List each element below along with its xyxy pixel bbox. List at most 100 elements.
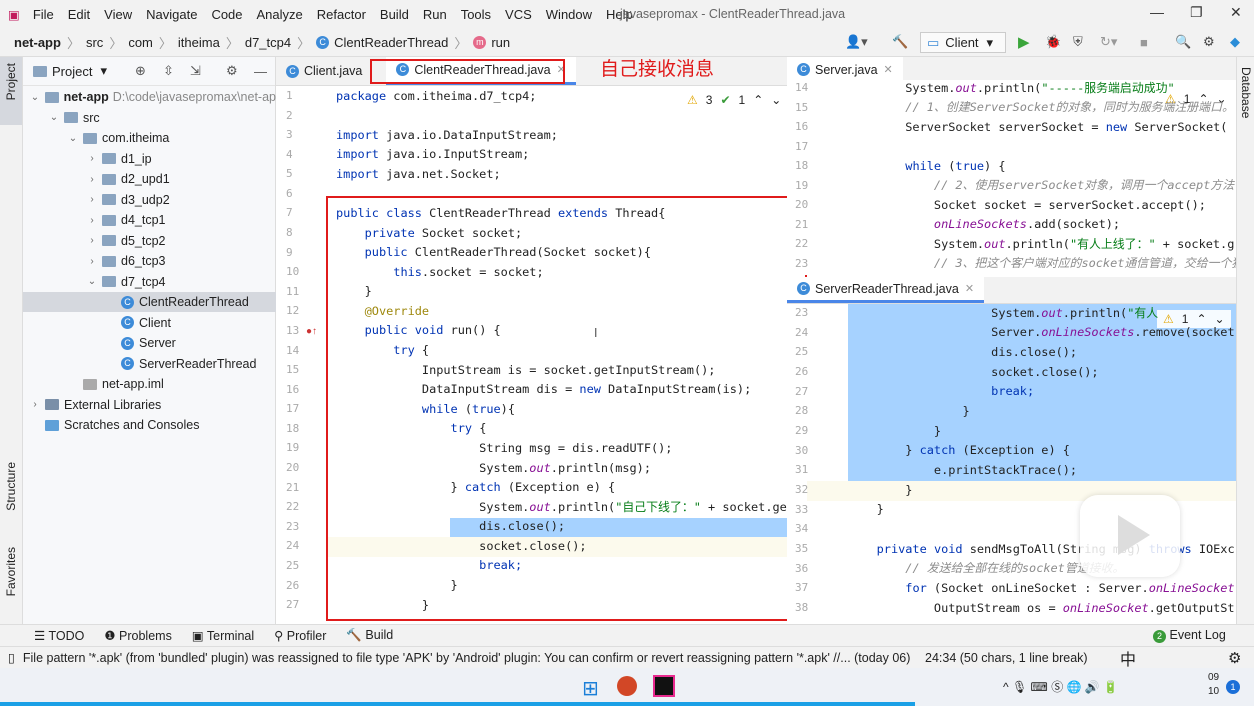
structure-tool-label[interactable]: Structure xyxy=(4,462,18,511)
menu-file[interactable]: File xyxy=(26,7,61,22)
run-icon[interactable]: ▶ xyxy=(1018,33,1030,51)
breadcrumb-itheima[interactable]: itheima xyxy=(178,35,220,50)
search-icon[interactable]: 🔍 xyxy=(1175,34,1191,50)
settings-gear-icon[interactable]: ⚙ xyxy=(226,63,238,79)
menu-tools[interactable]: Tools xyxy=(454,7,498,22)
code-line[interactable]: // 2、使用serverSocket对象，调用一个accept方法 xyxy=(848,176,1234,195)
next-icon[interactable]: ⌄ xyxy=(771,93,781,107)
close-tab-icon[interactable]: ✕ xyxy=(884,63,893,76)
tree-item[interactable]: › d1_ip xyxy=(23,149,276,169)
powerpoint-icon[interactable] xyxy=(617,676,637,696)
problems-tool-button[interactable]: ❶ Problems xyxy=(104,628,171,643)
coverage-icon[interactable]: ⛨ xyxy=(1073,34,1083,50)
project-tool-label[interactable]: Project xyxy=(4,63,18,100)
tree-item[interactable]: C ClentReaderThread xyxy=(23,292,276,312)
debug-icon[interactable]: 🐞 xyxy=(1045,34,1061,50)
maximize-button[interactable]: ❐ xyxy=(1190,4,1203,21)
code-line[interactable]: // 3、把这个客户端对应的socket通信管道，交给一个独 xyxy=(848,254,1236,273)
code-line[interactable]: } xyxy=(848,500,884,519)
tree-item[interactable]: Scratches and Consoles xyxy=(23,415,276,435)
menu-run[interactable]: Run xyxy=(416,7,454,22)
breadcrumb-src[interactable]: src xyxy=(86,35,103,50)
tree-item[interactable]: › d3_udp2 xyxy=(23,190,276,210)
database-tool-label[interactable]: Database xyxy=(1239,67,1253,118)
code-line[interactable]: System.out.println("-----服务端启动成功" xyxy=(848,80,1174,98)
code-line[interactable]: } xyxy=(848,402,970,421)
code-line[interactable]: Server.onLineSockets.remove(socket xyxy=(848,323,1234,342)
expand-arrow-icon[interactable]: › xyxy=(86,256,98,267)
expand-arrow-icon[interactable]: ⌄ xyxy=(29,92,41,103)
close-window-button[interactable]: ✕ xyxy=(1230,4,1242,21)
expand-arrow-icon[interactable]: ⌄ xyxy=(67,133,79,144)
favorites-tool-label[interactable]: Favorites xyxy=(4,547,18,596)
menu-code[interactable]: Code xyxy=(204,7,249,22)
settings-gear-icon[interactable]: ⚙ xyxy=(1228,649,1241,667)
tree-item[interactable]: › d4_tcp1 xyxy=(23,210,276,230)
code-line[interactable]: socket.close(); xyxy=(848,363,1098,382)
profiler-tool-button[interactable]: ⚲ Profiler xyxy=(274,628,326,643)
build-hammer-icon[interactable]: 🔨 xyxy=(892,34,908,50)
code-line[interactable]: System.out.println("有人上线了：" + socket.g xyxy=(848,235,1234,254)
expand-arrow-icon[interactable]: › xyxy=(86,174,98,185)
project-view-select[interactable]: Project xyxy=(52,64,92,79)
cursor-position[interactable]: 24:34 (50 chars, 1 line break) xyxy=(925,651,1088,665)
breadcrumb-d7-tcp4[interactable]: d7_tcp4 xyxy=(245,35,291,50)
code-line[interactable]: for (Socket onLineSocket : Server.onLine… xyxy=(848,579,1234,598)
code-line[interactable]: e.printStackTrace(); xyxy=(848,461,1077,480)
breadcrumb-method[interactable]: run xyxy=(491,35,510,50)
tree-item[interactable]: › d5_tcp2 xyxy=(23,231,276,251)
locate-icon[interactable]: ⊕ xyxy=(135,63,146,79)
windows-start-icon[interactable]: ⊞ xyxy=(582,676,599,701)
terminal-tool-button[interactable]: ▣ Terminal xyxy=(192,628,254,643)
video-progress-bar[interactable] xyxy=(0,702,916,706)
code-line[interactable]: } xyxy=(848,422,941,441)
code-line[interactable]: OutputStream os = onLineSocket.getOutput… xyxy=(848,599,1235,618)
menu-view[interactable]: View xyxy=(97,7,139,22)
todo-tool-button[interactable]: ☰ TODO xyxy=(34,628,84,643)
expand-arrow-icon[interactable]: › xyxy=(29,399,41,410)
intellij-taskbar-icon[interactable] xyxy=(653,675,675,697)
expand-arrow-icon[interactable]: › xyxy=(86,153,98,164)
tree-item[interactable]: ⌄ com.itheima xyxy=(23,128,276,148)
menu-analyze[interactable]: Analyze xyxy=(250,7,310,22)
tray-expand-icon[interactable]: ^ 🎙 ⌨ Ⓢ 🌐 🔊 🔋 xyxy=(1003,678,1118,695)
tree-item[interactable]: net-app.iml xyxy=(23,374,276,394)
stop-icon[interactable]: ■ xyxy=(1140,35,1148,50)
menu-navigate[interactable]: Navigate xyxy=(139,7,204,22)
code-line[interactable]: dis.close(); xyxy=(848,343,1077,362)
code-line[interactable]: onLineSockets.add(socket); xyxy=(848,215,1120,234)
code-line[interactable]: } catch (Exception e) { xyxy=(848,441,1070,460)
menu-edit[interactable]: Edit xyxy=(61,7,97,22)
build-tool-button[interactable]: 🔨 Build xyxy=(346,628,393,643)
code-line[interactable]: import java.net.Socket; xyxy=(336,165,501,184)
minimize-button[interactable]: — xyxy=(1150,4,1164,20)
hide-panel-icon[interactable]: — xyxy=(254,64,267,79)
user-icon[interactable]: 👤▾ xyxy=(845,34,868,50)
menu-vcs[interactable]: VCS xyxy=(498,7,539,22)
editor-server[interactable]: ⚠ 1 ⌃ ⌄ 14 System.out.println("-----服务端启动成功… xyxy=(787,80,1236,275)
editor-serverreaderthread[interactable]: ⚠ 1 ⌃ ⌄ 23 System.out.println("有人 24 Server.… xyxy=(787,304,1236,624)
tab-client-java[interactable]: C Client.java xyxy=(276,57,372,85)
toolbox-icon[interactable]: ◆ xyxy=(1230,34,1240,50)
profile-icon[interactable]: ↻▾ xyxy=(1100,34,1117,50)
status-message[interactable]: File pattern '*.apk' (from 'bundled' plu… xyxy=(23,651,911,665)
expand-arrow-icon[interactable]: ⌄ xyxy=(48,112,60,123)
breadcrumb-com[interactable]: com xyxy=(128,35,153,50)
tree-item[interactable]: › d2_upd1 xyxy=(23,169,276,189)
tree-item[interactable]: C Client xyxy=(23,313,276,333)
previous-icon[interactable]: ⌃ xyxy=(753,93,763,107)
code-line[interactable]: // 1、创建ServerSocket的对象，同时为服务端注册端口。 xyxy=(848,98,1234,117)
code-line[interactable]: ServerSocket serverSocket = new ServerSo… xyxy=(848,118,1227,137)
tree-item[interactable]: › External Libraries xyxy=(23,395,276,415)
tree-item[interactable]: ⌄ src xyxy=(23,108,276,128)
menu-build[interactable]: Build xyxy=(373,7,416,22)
code-line[interactable]: import java.io.InputStream; xyxy=(336,145,529,164)
expand-arrow-icon[interactable]: › xyxy=(86,215,98,226)
chevron-down-icon[interactable]: ▾ xyxy=(100,63,107,79)
breadcrumb-class[interactable]: ClentReaderThread xyxy=(334,35,448,50)
breadcrumb-net-app[interactable]: net-app xyxy=(14,35,61,50)
code-line[interactable]: } xyxy=(848,481,912,500)
menu-refactor[interactable]: Refactor xyxy=(310,7,373,22)
expand-arrow-icon[interactable]: › xyxy=(86,235,98,246)
run-config-select[interactable]: ▭ Client ▾ xyxy=(920,32,1006,53)
